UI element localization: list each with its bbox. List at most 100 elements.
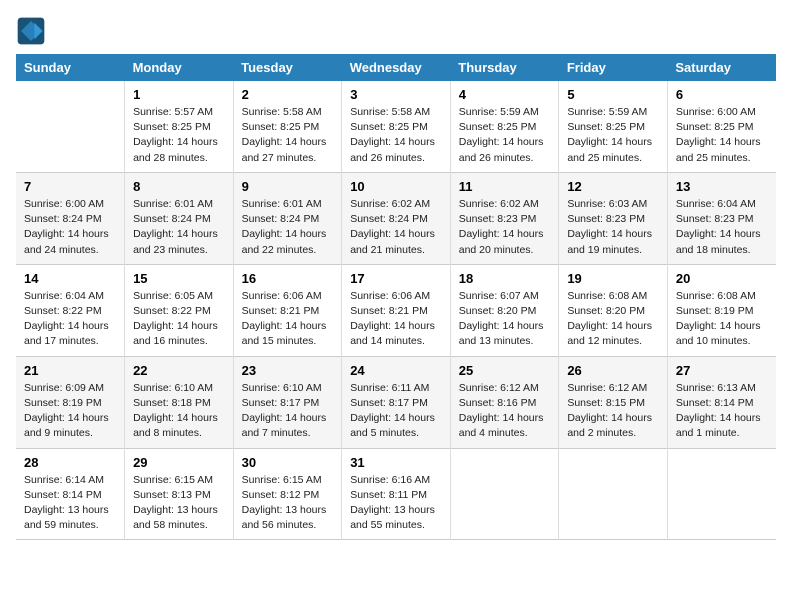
day-info: Sunrise: 6:01 AM Sunset: 8:24 PM Dayligh…	[133, 197, 225, 258]
day-cell: 3Sunrise: 5:58 AM Sunset: 8:25 PM Daylig…	[342, 81, 451, 172]
day-number: 12	[567, 179, 659, 194]
day-info: Sunrise: 6:04 AM Sunset: 8:22 PM Dayligh…	[24, 289, 116, 350]
day-info: Sunrise: 5:58 AM Sunset: 8:25 PM Dayligh…	[350, 105, 442, 166]
day-number: 27	[676, 363, 768, 378]
day-info: Sunrise: 6:15 AM Sunset: 8:13 PM Dayligh…	[133, 473, 225, 534]
day-cell: 28 Sunrise: 6:14 AM Sunset: 8:14 PM Dayli…	[16, 448, 125, 540]
day-info: Sunrise: 5:57 AM Sunset: 8:25 PM Dayligh…	[133, 105, 225, 166]
day-info: Sunrise: 6:01 AM Sunset: 8:24 PM Dayligh…	[242, 197, 334, 258]
day-cell: 8 Sunrise: 6:01 AM Sunset: 8:24 PM Daylig…	[125, 172, 234, 264]
day-number: 7	[24, 179, 116, 194]
day-cell: 18 Sunrise: 6:07 AM Sunset: 8:20 PM Dayli…	[450, 264, 559, 356]
week-row-1: 1Sunrise: 5:57 AM Sunset: 8:25 PM Daylig…	[16, 81, 776, 172]
days-header-row: SundayMondayTuesdayWednesdayThursdayFrid…	[16, 54, 776, 81]
day-info: Sunrise: 6:11 AM Sunset: 8:17 PM Dayligh…	[350, 381, 442, 442]
day-cell: 7 Sunrise: 6:00 AM Sunset: 8:24 PM Daylig…	[16, 172, 125, 264]
day-cell: 15Sunrise: 6:05 AM Sunset: 8:22 PM Dayli…	[125, 264, 234, 356]
header-saturday: Saturday	[667, 54, 776, 81]
day-cell: 11 Sunrise: 6:02 AM Sunset: 8:23 PM Dayli…	[450, 172, 559, 264]
header-tuesday: Tuesday	[233, 54, 342, 81]
day-number: 25	[459, 363, 551, 378]
header-wednesday: Wednesday	[342, 54, 451, 81]
week-row-4: 21Sunrise: 6:09 AM Sunset: 8:19 PM Dayli…	[16, 356, 776, 448]
day-cell: 23Sunrise: 6:10 AM Sunset: 8:17 PM Dayli…	[233, 356, 342, 448]
day-cell: 2 Sunrise: 5:58 AM Sunset: 8:25 PM Daylig…	[233, 81, 342, 172]
day-number: 11	[459, 179, 551, 194]
day-info: Sunrise: 6:12 AM Sunset: 8:15 PM Dayligh…	[567, 381, 659, 442]
day-info: Sunrise: 5:58 AM Sunset: 8:25 PM Dayligh…	[242, 105, 334, 166]
day-cell: 6 Sunrise: 6:00 AM Sunset: 8:25 PM Daylig…	[667, 81, 776, 172]
day-info: Sunrise: 6:13 AM Sunset: 8:14 PM Dayligh…	[676, 381, 768, 442]
day-info: Sunrise: 6:14 AM Sunset: 8:14 PM Dayligh…	[24, 473, 116, 534]
day-number: 21	[24, 363, 116, 378]
day-info: Sunrise: 6:06 AM Sunset: 8:21 PM Dayligh…	[242, 289, 334, 350]
day-number: 16	[242, 271, 334, 286]
day-cell: 26Sunrise: 6:12 AM Sunset: 8:15 PM Dayli…	[559, 356, 668, 448]
day-number: 30	[242, 455, 334, 470]
day-info: Sunrise: 6:04 AM Sunset: 8:23 PM Dayligh…	[676, 197, 768, 258]
day-cell: 22Sunrise: 6:10 AM Sunset: 8:18 PM Dayli…	[125, 356, 234, 448]
day-info: Sunrise: 6:00 AM Sunset: 8:25 PM Dayligh…	[676, 105, 768, 166]
day-info: Sunrise: 6:02 AM Sunset: 8:23 PM Dayligh…	[459, 197, 551, 258]
page-header	[16, 16, 776, 46]
day-cell: 12 Sunrise: 6:03 AM Sunset: 8:23 PM Dayli…	[559, 172, 668, 264]
day-info: Sunrise: 5:59 AM Sunset: 8:25 PM Dayligh…	[567, 105, 659, 166]
day-info: Sunrise: 6:10 AM Sunset: 8:18 PM Dayligh…	[133, 381, 225, 442]
day-number: 28	[24, 455, 116, 470]
day-cell: 17 Sunrise: 6:06 AM Sunset: 8:21 PM Dayli…	[342, 264, 451, 356]
day-number: 19	[567, 271, 659, 286]
day-number: 14	[24, 271, 116, 286]
day-cell: 4 Sunrise: 5:59 AM Sunset: 8:25 PM Daylig…	[450, 81, 559, 172]
day-number: 4	[459, 87, 551, 102]
day-number: 31	[350, 455, 442, 470]
day-number: 10	[350, 179, 442, 194]
day-info: Sunrise: 6:08 AM Sunset: 8:20 PM Dayligh…	[567, 289, 659, 350]
day-cell	[667, 448, 776, 540]
day-cell: 20 Sunrise: 6:08 AM Sunset: 8:19 PM Dayli…	[667, 264, 776, 356]
day-number: 2	[242, 87, 334, 102]
day-info: Sunrise: 6:03 AM Sunset: 8:23 PM Dayligh…	[567, 197, 659, 258]
day-cell: 27 Sunrise: 6:13 AM Sunset: 8:14 PM Dayli…	[667, 356, 776, 448]
day-number: 18	[459, 271, 551, 286]
logo-icon	[16, 16, 46, 46]
day-number: 17	[350, 271, 442, 286]
day-cell	[16, 81, 125, 172]
day-cell: 1Sunrise: 5:57 AM Sunset: 8:25 PM Daylig…	[125, 81, 234, 172]
day-cell: 30 Sunrise: 6:15 AM Sunset: 8:12 PM Dayli…	[233, 448, 342, 540]
day-info: Sunrise: 6:05 AM Sunset: 8:22 PM Dayligh…	[133, 289, 225, 350]
day-info: Sunrise: 6:02 AM Sunset: 8:24 PM Dayligh…	[350, 197, 442, 258]
day-cell: 21Sunrise: 6:09 AM Sunset: 8:19 PM Dayli…	[16, 356, 125, 448]
header-monday: Monday	[125, 54, 234, 81]
day-number: 13	[676, 179, 768, 194]
calendar-table: SundayMondayTuesdayWednesdayThursdayFrid…	[16, 54, 776, 540]
day-info: Sunrise: 6:07 AM Sunset: 8:20 PM Dayligh…	[459, 289, 551, 350]
day-info: Sunrise: 5:59 AM Sunset: 8:25 PM Dayligh…	[459, 105, 551, 166]
day-cell: 31 Sunrise: 6:16 AM Sunset: 8:11 PM Dayli…	[342, 448, 451, 540]
day-number: 6	[676, 87, 768, 102]
day-cell: 14 Sunrise: 6:04 AM Sunset: 8:22 PM Dayli…	[16, 264, 125, 356]
day-cell: 24Sunrise: 6:11 AM Sunset: 8:17 PM Dayli…	[342, 356, 451, 448]
day-number: 20	[676, 271, 768, 286]
day-number: 8	[133, 179, 225, 194]
day-info: Sunrise: 6:16 AM Sunset: 8:11 PM Dayligh…	[350, 473, 442, 534]
day-cell	[450, 448, 559, 540]
day-cell: 5Sunrise: 5:59 AM Sunset: 8:25 PM Daylig…	[559, 81, 668, 172]
header-sunday: Sunday	[16, 54, 125, 81]
day-cell: 25 Sunrise: 6:12 AM Sunset: 8:16 PM Dayli…	[450, 356, 559, 448]
day-info: Sunrise: 6:08 AM Sunset: 8:19 PM Dayligh…	[676, 289, 768, 350]
logo	[16, 16, 50, 46]
day-info: Sunrise: 6:10 AM Sunset: 8:17 PM Dayligh…	[242, 381, 334, 442]
day-cell: 29 Sunrise: 6:15 AM Sunset: 8:13 PM Dayli…	[125, 448, 234, 540]
day-info: Sunrise: 6:06 AM Sunset: 8:21 PM Dayligh…	[350, 289, 442, 350]
week-row-5: 28 Sunrise: 6:14 AM Sunset: 8:14 PM Dayli…	[16, 448, 776, 540]
day-info: Sunrise: 6:12 AM Sunset: 8:16 PM Dayligh…	[459, 381, 551, 442]
day-info: Sunrise: 6:15 AM Sunset: 8:12 PM Dayligh…	[242, 473, 334, 534]
day-cell: 13 Sunrise: 6:04 AM Sunset: 8:23 PM Dayli…	[667, 172, 776, 264]
header-friday: Friday	[559, 54, 668, 81]
day-cell: 16 Sunrise: 6:06 AM Sunset: 8:21 PM Dayli…	[233, 264, 342, 356]
day-info: Sunrise: 6:00 AM Sunset: 8:24 PM Dayligh…	[24, 197, 116, 258]
header-thursday: Thursday	[450, 54, 559, 81]
day-cell: 19 Sunrise: 6:08 AM Sunset: 8:20 PM Dayli…	[559, 264, 668, 356]
day-number: 29	[133, 455, 225, 470]
week-row-2: 7 Sunrise: 6:00 AM Sunset: 8:24 PM Daylig…	[16, 172, 776, 264]
